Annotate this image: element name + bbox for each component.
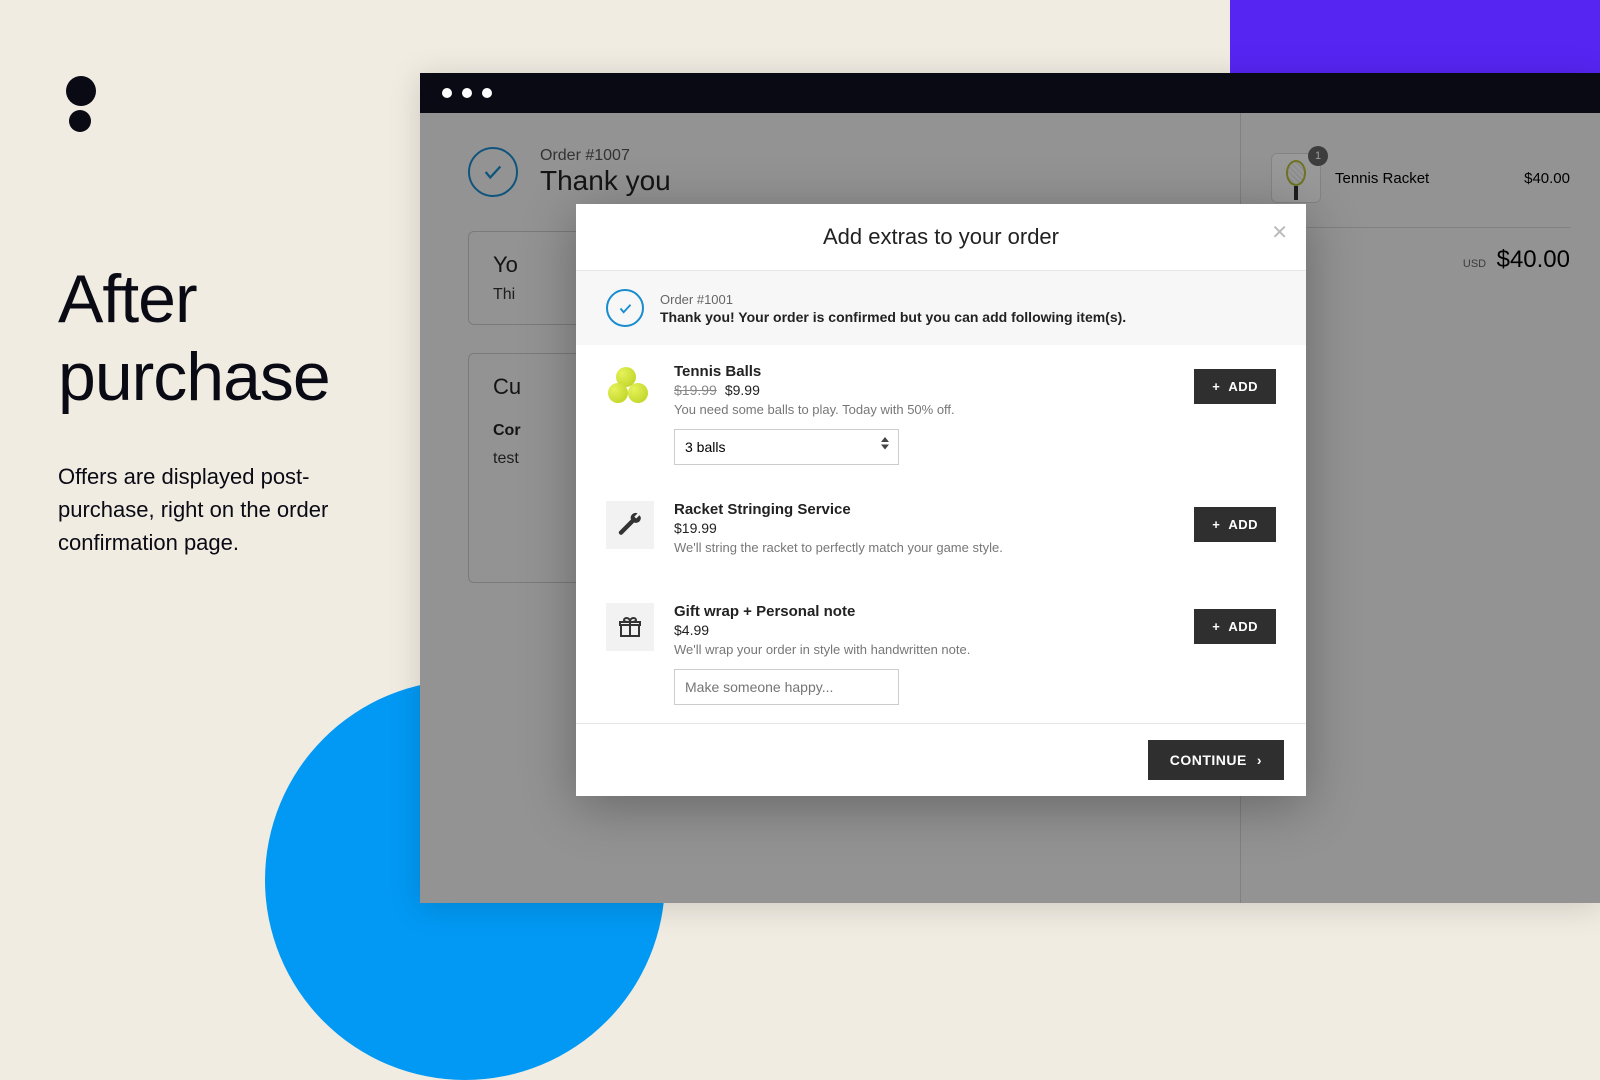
wrench-icon xyxy=(606,501,654,549)
add-button[interactable]: + ADD xyxy=(1194,507,1276,542)
gift-icon xyxy=(606,603,654,651)
personal-note-input[interactable] xyxy=(674,669,899,705)
plus-icon: + xyxy=(1212,379,1220,394)
heading-line2: purchase xyxy=(58,339,330,415)
extra-desc: We'll wrap your order in style with hand… xyxy=(674,642,1174,657)
close-icon[interactable]: ✕ xyxy=(1271,220,1288,245)
extra-item: Gift wrap + Personal note $4.99 We'll wr… xyxy=(576,585,1306,723)
continue-button[interactable]: CONTINUE › xyxy=(1148,740,1284,780)
extra-strike-price: $19.99 xyxy=(674,382,717,398)
extra-item: Racket Stringing Service $19.99 We'll st… xyxy=(576,483,1306,585)
heading-line1: After xyxy=(58,261,197,337)
modal-order-number: Order #1001 xyxy=(660,292,1126,307)
extra-price: $9.99 xyxy=(725,382,760,398)
variant-select[interactable]: 3 balls xyxy=(674,429,899,465)
extra-title: Gift wrap + Personal note xyxy=(674,603,1174,620)
add-button[interactable]: + ADD xyxy=(1194,609,1276,644)
plus-icon: + xyxy=(1212,517,1220,532)
extra-price: $19.99 xyxy=(674,520,717,536)
extra-desc: You need some balls to play. Today with … xyxy=(674,402,1174,417)
upsell-modal: Add extras to your order ✕ Order #1001 T… xyxy=(576,204,1306,796)
marketing-copy: After purchase Offers are displayed post… xyxy=(58,260,378,559)
extra-item: Tennis Balls $19.99 $9.99 You need some b… xyxy=(576,345,1306,483)
extra-desc: We'll string the racket to perfectly mat… xyxy=(674,540,1174,555)
extra-title: Racket Stringing Service xyxy=(674,501,1174,518)
add-button[interactable]: + ADD xyxy=(1194,369,1276,404)
extra-price: $4.99 xyxy=(674,622,709,638)
check-icon xyxy=(606,289,644,327)
heading-subtitle: Offers are displayed post-purchase, righ… xyxy=(58,460,378,559)
logo-icon xyxy=(66,76,96,132)
plus-icon: + xyxy=(1212,619,1220,634)
tennis-balls-icon xyxy=(606,363,654,411)
chevron-right-icon: › xyxy=(1257,752,1262,768)
variant-select-wrap: 3 balls xyxy=(674,429,899,465)
modal-confirm-msg: Thank you! Your order is confirmed but y… xyxy=(660,309,1126,325)
modal-title: Add extras to your order xyxy=(576,224,1306,250)
window-titlebar xyxy=(420,73,1600,113)
extra-title: Tennis Balls xyxy=(674,363,1174,380)
